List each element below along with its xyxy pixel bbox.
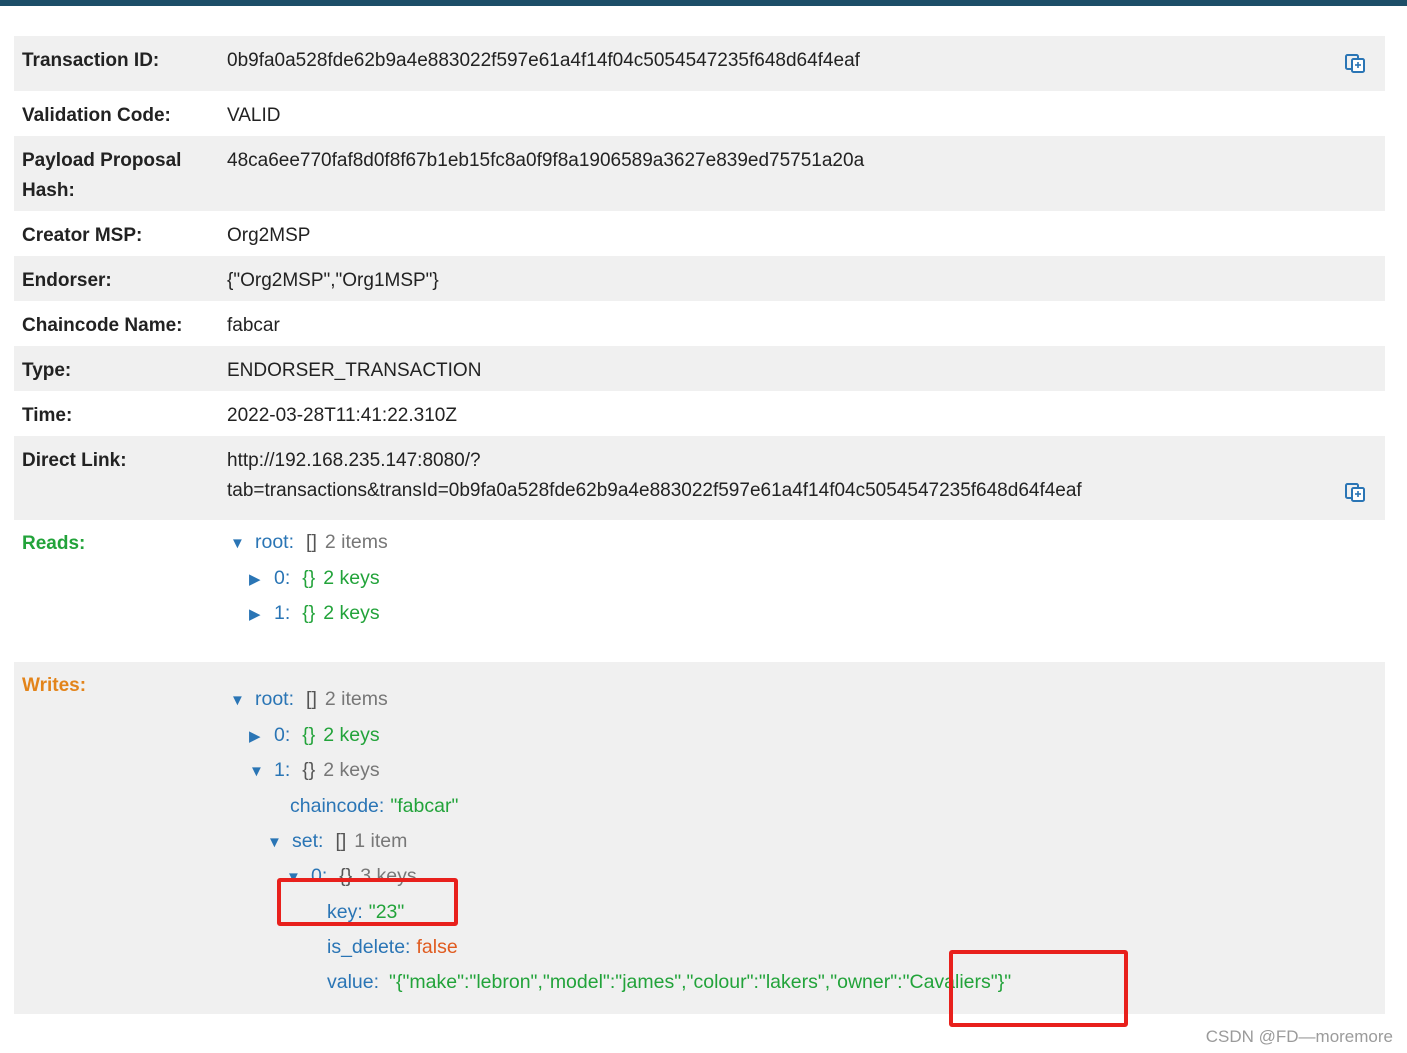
row-validation-code: Validation Code: VALID [14, 91, 1385, 136]
writes-root-node[interactable]: ▼ root: [] 2 items [230, 682, 388, 717]
writes-label: Writes: [22, 675, 87, 696]
triangle-down-icon[interactable]: ▼ [230, 683, 255, 719]
reads-root-node[interactable]: ▼ root: [] 2 items [230, 525, 388, 560]
watermark: CSDN @FD—moremore [1205, 1027, 1393, 1046]
endorser-value: {"Org2MSP","Org1MSP"} [227, 270, 439, 291]
writes-item-1[interactable]: ▼ 1: {} 2 keys [249, 753, 380, 788]
validation-code-label: Validation Code: [22, 105, 171, 126]
node-count: 2 keys [323, 759, 380, 781]
node-type: [] [306, 531, 317, 553]
row-direct-link: Direct Link: http://192.168.235.147:8080… [14, 436, 1385, 520]
row-writes: Writes: ▼ root:[] 2 items ▶ 0:{} 2 keys ▼ 1:{… [14, 662, 1385, 1014]
direct-link-line1: http://192.168.235.147:8080/? [227, 450, 481, 471]
node-key: 0: [274, 724, 291, 746]
creator-msp-value: Org2MSP [227, 225, 311, 246]
time-label: Time: [22, 405, 73, 426]
type-label: Type: [22, 360, 72, 381]
row-time: Time: 2022-03-28T11:41:22.310Z [14, 391, 1385, 436]
payload-proposal-hash-value: 48ca6ee770faf8d0f8f67b1eb15fc8a0f9f8a190… [227, 150, 865, 171]
triangle-down-icon[interactable]: ▼ [249, 754, 274, 790]
node-key: 1: [274, 759, 291, 781]
writes-item-0[interactable]: ▶ 0: {} 2 keys [249, 718, 380, 753]
chaincode-name-label: Chaincode Name: [22, 315, 183, 336]
node-count: 2 keys [323, 724, 380, 746]
node-key: root: [255, 531, 295, 553]
direct-link-line2: tab=transactions&transId=0b9fa0a528fde62… [227, 480, 1082, 501]
node-count: 2 items [324, 688, 388, 710]
entry-string-value: "{"make":"lebron","model":"james","colou… [389, 971, 1012, 993]
row-endorser: Endorser: {"Org2MSP","Org1MSP"} [14, 256, 1385, 301]
type-value: ENDORSER_TRANSACTION [227, 360, 482, 381]
row-payload-proposal-hash: Payload Proposal Hash: 48ca6ee770faf8d0f… [14, 136, 1385, 211]
row-reads: Reads: ▼ root: [] 2 items ▶ 0: {} 2 keys ▶ 1: {}… [14, 520, 1385, 662]
node-type: {} [302, 602, 316, 624]
reads-label: Reads: [22, 533, 86, 554]
transaction-id-label: Transaction ID: [22, 50, 160, 71]
entry-string-value: "fabcar" [390, 795, 459, 817]
node-key: set: [292, 830, 324, 852]
entry-key: is_delete: [327, 936, 411, 958]
row-chaincode-name: Chaincode Name: fabcar [14, 301, 1385, 346]
row-type: Type: ENDORSER_TRANSACTION [14, 346, 1385, 391]
writes-value-entry: value: "{"make":"lebron","model":"james",… [327, 965, 1011, 1000]
validation-code-value: VALID [227, 105, 281, 126]
writes-chaincode-entry: chaincode: "fabcar" [290, 789, 458, 824]
reads-item-0[interactable]: ▶ 0: {} 2 keys [249, 561, 380, 596]
copy-icon[interactable] [1344, 481, 1366, 503]
direct-link-value[interactable]: http://192.168.235.147:8080/? tab=transa… [227, 446, 1082, 506]
triangle-down-icon[interactable]: ▼ [267, 825, 292, 861]
payload-proposal-hash-label: Payload Proposal Hash: [22, 150, 182, 201]
node-key: 0: [274, 567, 291, 589]
highlight-box-owner [949, 950, 1128, 1027]
node-key: 1: [274, 602, 291, 624]
reads-item-1[interactable]: ▶ 1: {} 2 keys [249, 596, 380, 631]
node-count: 2 keys [323, 567, 380, 589]
chaincode-name-value: fabcar [227, 315, 280, 336]
triangle-right-icon[interactable]: ▶ [249, 719, 274, 755]
endorser-label: Endorser: [22, 270, 112, 291]
copy-icon[interactable] [1344, 52, 1366, 74]
node-type: {} [302, 724, 316, 746]
triangle-right-icon[interactable]: ▶ [249, 562, 274, 598]
node-count: 2 keys [323, 602, 380, 624]
writes-is-delete-entry: is_delete: false [327, 930, 458, 965]
row-creator-msp: Creator MSP: Org2MSP [14, 211, 1385, 256]
node-type: {} [302, 567, 316, 589]
row-transaction-id: Transaction ID: 0b9fa0a528fde62b9a4e8830… [14, 36, 1385, 91]
writes-set-node[interactable]: ▼ set: [] 1 item [267, 824, 407, 859]
transaction-id-value: 0b9fa0a528fde62b9a4e883022f597e61a4f14f0… [227, 50, 860, 71]
highlight-box-key [277, 878, 458, 926]
entry-key: chaincode: [290, 795, 385, 817]
node-count: 2 items [324, 531, 388, 553]
triangle-down-icon[interactable]: ▼ [230, 526, 255, 562]
top-bar [0, 0, 1407, 6]
time-value: 2022-03-28T11:41:22.310Z [227, 405, 457, 426]
node-type: [] [335, 830, 347, 852]
node-count: 1 item [354, 830, 408, 852]
entry-boolean-value: false [416, 936, 458, 958]
transaction-details: Transaction ID: 0b9fa0a528fde62b9a4e8830… [14, 36, 1385, 1014]
creator-msp-label: Creator MSP: [22, 225, 143, 246]
direct-link-label: Direct Link: [22, 450, 127, 471]
triangle-right-icon[interactable]: ▶ [249, 597, 274, 633]
node-type: [] [306, 688, 317, 710]
node-type: {} [302, 759, 316, 781]
entry-key: value: [327, 971, 380, 993]
node-key: root: [255, 688, 295, 710]
